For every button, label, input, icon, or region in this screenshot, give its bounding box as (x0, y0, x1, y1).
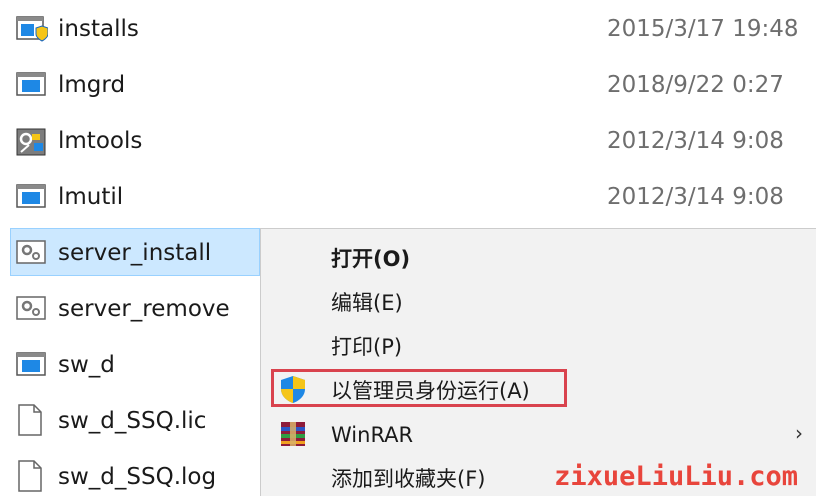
file-name: installs (58, 16, 139, 42)
menu-label-print: 打印(P) (331, 335, 403, 359)
annotation-highlight-box (271, 369, 567, 407)
batch-file-gear-icon (16, 296, 48, 322)
app-window-icon (16, 352, 48, 378)
watermark: zixueLiuLiu.com (554, 461, 798, 492)
lmtools-app-icon (16, 128, 48, 156)
menu-label-open: 打开(O) (331, 247, 411, 271)
file-row-installs[interactable]: installs 2015/3/17 19:48 (10, 4, 810, 52)
file-date: 2012/3/14 9:08 (607, 184, 784, 210)
file-name: lmtools (58, 128, 143, 154)
app-window-icon (16, 184, 48, 210)
file-name: lmutil (58, 184, 124, 210)
chevron-right-icon: › (795, 421, 803, 445)
menu-item-print[interactable]: 打印(P) (261, 325, 816, 369)
menu-item-winrar[interactable]: WinRAR › (261, 413, 816, 457)
file-date: 2012/3/14 9:08 (607, 128, 784, 154)
file-row-lmgrd[interactable]: lmgrd 2018/9/22 0:27 (10, 60, 810, 108)
menu-item-open[interactable]: 打开(O) (261, 237, 816, 281)
file-date: 2018/9/22 0:27 (607, 72, 784, 98)
app-window-shield-icon (16, 16, 49, 42)
context-menu: 打开(O) 编辑(E) 打印(P) 以管理员身份运行(A) WinRAR › 添… (260, 228, 816, 496)
file-name: sw_d_SSQ.lic (58, 408, 207, 434)
batch-file-gear-icon (16, 240, 48, 266)
app-window-icon (16, 72, 48, 98)
menu-label-winrar: WinRAR (331, 423, 414, 447)
menu-label-edit: 编辑(E) (331, 291, 403, 315)
file-date: 2015/3/17 19:48 (607, 16, 799, 42)
winrar-icon (278, 419, 310, 451)
file-name: sw_d (58, 352, 115, 378)
blank-document-icon (16, 460, 48, 492)
menu-label-add-favorites: 添加到收藏夹(F) (331, 467, 486, 491)
file-row-lmutil[interactable]: lmutil 2012/3/14 9:08 (10, 172, 810, 220)
file-name: lmgrd (58, 72, 126, 98)
file-name: sw_d_SSQ.log (58, 464, 217, 490)
file-row-server-install[interactable]: server_install (10, 228, 260, 276)
file-name: server_install (58, 240, 212, 266)
file-row-lmtools[interactable]: lmtools 2012/3/14 9:08 (10, 116, 810, 164)
menu-item-edit[interactable]: 编辑(E) (261, 281, 816, 325)
blank-document-icon (16, 404, 48, 436)
file-name: server_remove (58, 296, 230, 322)
